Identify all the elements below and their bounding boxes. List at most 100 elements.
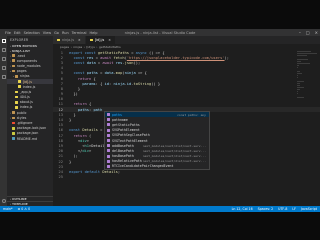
tree-item-label: package.json bbox=[16, 131, 39, 136]
code-token: div bbox=[80, 138, 87, 143]
suggestion-item[interactable]: delBasePath next_modules/next/dist/next-s… bbox=[105, 148, 209, 153]
tab-1[interactable]: [id].js × bbox=[85, 36, 116, 44]
code-token: default bbox=[84, 169, 101, 174]
breadcrumb-separator-icon: › bbox=[96, 44, 98, 49]
suggestion-item[interactable]: hasBasePath next_modules/next/dist/next-s… bbox=[105, 154, 209, 159]
code-token: async bbox=[135, 50, 147, 55]
breadcrumb-item[interactable]: ninjas bbox=[73, 45, 82, 49]
symbol-icon bbox=[107, 139, 110, 143]
file-json-icon bbox=[12, 132, 16, 135]
tree-item-label: node_modules bbox=[16, 63, 41, 68]
code-token: Details bbox=[82, 128, 98, 133]
maximize-icon[interactable]: □ bbox=[306, 30, 310, 35]
line-number: 23 bbox=[58, 164, 63, 169]
code-token: return bbox=[77, 76, 92, 81]
settings-gear-icon[interactable] bbox=[1, 199, 6, 203]
breadcrumb-item[interactable]: pages bbox=[60, 45, 69, 49]
extensions-icon[interactable] bbox=[1, 75, 6, 79]
js-file-icon bbox=[57, 38, 60, 42]
code-line[interactable]: 25 bbox=[53, 175, 320, 180]
suggestion-label: SVGPathSegClosePath bbox=[112, 133, 150, 138]
suggestion-item[interactable]: hasRelativePath next_modules/next/dist/ne… bbox=[105, 159, 209, 164]
status-left-item[interactable]: main* bbox=[3, 207, 13, 211]
tab-0[interactable]: ninja.js × bbox=[53, 36, 86, 44]
symbol-icon bbox=[107, 133, 110, 137]
symbol-icon bbox=[107, 144, 110, 148]
symbol-icon bbox=[107, 159, 110, 163]
explorer-icon[interactable] bbox=[1, 39, 6, 43]
code-token: fetch bbox=[113, 55, 125, 60]
tree-item-label: _app.js bbox=[19, 89, 32, 94]
code-token: () => { bbox=[146, 50, 165, 55]
status-right-item[interactable]: Spaces: 2 bbox=[258, 207, 274, 211]
tree-item[interactable]: README.md bbox=[7, 136, 53, 141]
run-debug-icon[interactable] bbox=[1, 66, 6, 70]
close-icon[interactable]: × bbox=[315, 30, 318, 35]
line-number: 8 bbox=[60, 86, 63, 91]
code-token: await bbox=[102, 60, 114, 65]
folder-icon bbox=[12, 54, 16, 57]
code-token: data bbox=[104, 71, 114, 76]
file-tree: › .next › components › node_modules ⌄ pages ⌄ nin… bbox=[7, 53, 53, 141]
folder-icon bbox=[15, 75, 19, 78]
minimap[interactable] bbox=[297, 51, 317, 111]
line-number: 16 bbox=[58, 128, 63, 133]
code-token: = bbox=[95, 60, 103, 65]
symbol-icon bbox=[107, 154, 110, 158]
js-file-icon bbox=[89, 38, 93, 42]
search-icon[interactable] bbox=[1, 48, 6, 52]
window-controls: – □ × bbox=[299, 29, 318, 36]
status-right-item[interactable]: UTF-8 bbox=[278, 207, 287, 211]
code-token: = bbox=[129, 50, 136, 55]
source-control-icon[interactable] bbox=[1, 57, 6, 61]
code-token: Details bbox=[102, 169, 118, 174]
suggestion-label: pathname bbox=[112, 117, 128, 122]
code-token: return bbox=[73, 102, 87, 107]
file-git-icon bbox=[12, 121, 16, 125]
close-icon[interactable]: × bbox=[108, 38, 111, 42]
vscode-window: File Edit Selection View Go Run Terminal Help n… bbox=[0, 29, 320, 212]
folder-icon bbox=[12, 69, 16, 73]
video-letterbox-bottom bbox=[0, 212, 320, 240]
minimize-icon[interactable]: – bbox=[299, 30, 301, 35]
minimap-line bbox=[297, 66, 299, 69]
file-js-icon bbox=[15, 106, 19, 109]
code-token: res bbox=[86, 55, 94, 60]
breadcrumb-item[interactable]: [id].js bbox=[86, 45, 94, 49]
suggestion-label: paths bbox=[112, 112, 122, 117]
code-token: { bbox=[91, 76, 96, 81]
status-right-item[interactable]: JavaScript bbox=[301, 207, 317, 211]
tree-item-label: ninjas bbox=[19, 74, 30, 79]
breadcrumb-item[interactable]: getStaticPaths bbox=[99, 45, 121, 49]
suggestion-label: hasBasePath bbox=[112, 154, 134, 159]
line-number: 10 bbox=[58, 97, 63, 102]
suggestion-item[interactable]: addBasePath next_modules/next/dist/next-s… bbox=[105, 143, 209, 148]
line-number: 19 bbox=[58, 143, 63, 148]
code-token: await bbox=[100, 55, 112, 60]
status-right-item[interactable]: Ln 12, Col 16 bbox=[232, 207, 253, 211]
code-token: export bbox=[69, 169, 83, 174]
code-token: => { bbox=[135, 71, 147, 76]
line-number: 25 bbox=[58, 175, 63, 180]
code-token: ; bbox=[117, 169, 121, 174]
activity-bar bbox=[0, 36, 7, 206]
code-token: } bbox=[69, 118, 72, 123]
code-token: = bbox=[93, 55, 101, 60]
breadcrumb: pages › ninjas › [id].js › getStaticPaths bbox=[53, 44, 320, 49]
line-number: 2 bbox=[60, 55, 63, 60]
breadcrumb-separator-icon: › bbox=[83, 44, 85, 49]
status-right-item[interactable]: LF bbox=[292, 207, 296, 211]
suggestion-item[interactable]: RTCIceCandidatePairChangedEvent bbox=[105, 164, 209, 169]
close-icon[interactable]: × bbox=[78, 38, 81, 42]
code-token: } bbox=[69, 159, 72, 164]
status-left-item[interactable]: ⊗ 0 ⚠ 0 bbox=[18, 207, 31, 211]
code-token: < bbox=[69, 138, 81, 143]
file-js-icon bbox=[15, 100, 19, 104]
tree-item-label: components bbox=[16, 58, 38, 63]
editor-tabs: ninja.js × [id].js × bbox=[53, 36, 320, 44]
line-number: 18 bbox=[58, 138, 63, 143]
code-token: const bbox=[84, 50, 96, 55]
line-number: 7 bbox=[60, 81, 63, 86]
